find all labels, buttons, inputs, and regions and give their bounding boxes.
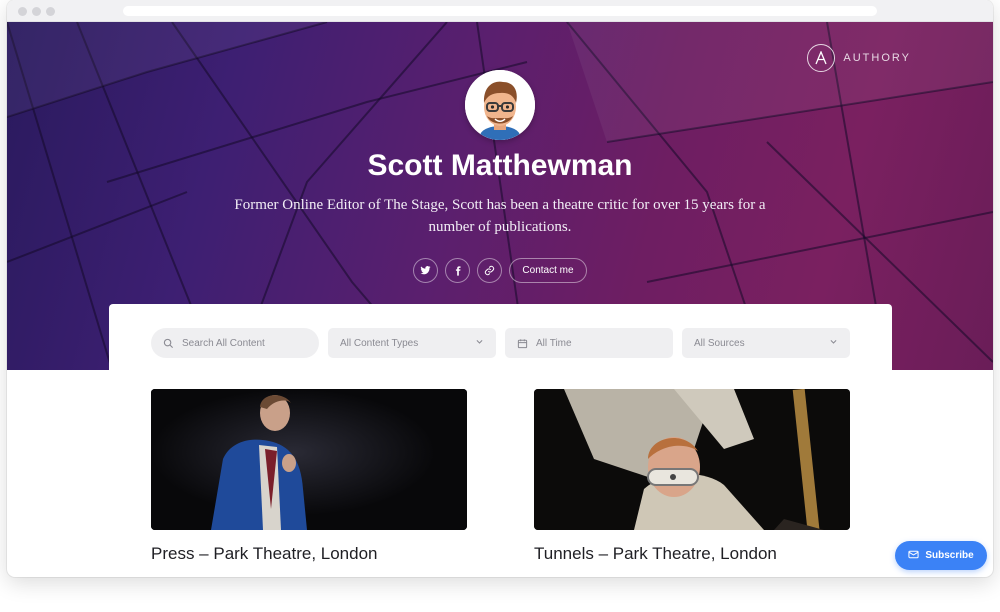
search-placeholder: Search All Content [182, 337, 265, 349]
profile-bio: Former Online Editor of The Stage, Scott… [234, 197, 766, 235]
facebook-icon[interactable] [445, 258, 471, 283]
article-thumbnail[interactable] [534, 389, 850, 530]
subscribe-label: Subscribe [925, 550, 974, 561]
mail-icon [908, 549, 919, 563]
article-card[interactable]: Tunnels – Park Theatre, London [534, 389, 850, 577]
sources-value: All Sources [694, 337, 745, 349]
browser-window: AUTHORY Scott Matthewman Former Online E… [7, 0, 993, 577]
link-icon[interactable] [477, 258, 503, 283]
authory-brand[interactable]: AUTHORY [807, 44, 911, 72]
brand-name: AUTHORY [843, 52, 911, 64]
content-type-select[interactable]: All Content Types [328, 328, 496, 358]
filter-bar: Search All Content All Content Types All… [151, 328, 850, 358]
sources-select[interactable]: All Sources [682, 328, 850, 358]
stage-photo-image [534, 389, 850, 530]
content-type-value: All Content Types [340, 337, 419, 349]
maximize-window-dot[interactable] [46, 7, 55, 16]
search-icon [163, 338, 174, 349]
authory-logo-icon [807, 44, 836, 72]
contact-me-button[interactable]: Contact me [509, 258, 587, 283]
article-meta [151, 572, 467, 577]
social-links: Contact me [7, 258, 993, 283]
search-input[interactable]: Search All Content [151, 328, 319, 358]
time-value: All Time [536, 337, 572, 349]
subscribe-button[interactable]: Subscribe [895, 541, 987, 570]
filter-panel: Search All Content All Content Types All… [109, 304, 892, 394]
article-card[interactable]: Press – Park Theatre, London [151, 389, 467, 577]
profile-name: Scott Matthewman [367, 149, 633, 182]
close-window-dot[interactable] [18, 7, 27, 16]
article-thumbnail[interactable] [151, 389, 467, 530]
chevron-down-icon [475, 337, 484, 349]
minimize-window-dot[interactable] [32, 7, 41, 16]
address-bar[interactable] [123, 6, 877, 16]
article-title[interactable]: Press – Park Theatre, London [151, 544, 467, 564]
time-filter[interactable]: All Time [505, 328, 673, 358]
profile-avatar [465, 70, 535, 140]
stage-photo-image [151, 389, 467, 530]
browser-titlebar [7, 0, 993, 22]
article-title[interactable]: Tunnels – Park Theatre, London [534, 544, 850, 564]
calendar-icon [517, 338, 528, 349]
memoji-avatar-icon [465, 70, 535, 140]
article-meta [534, 572, 850, 577]
chevron-down-icon [829, 337, 838, 349]
twitter-icon[interactable] [413, 258, 439, 283]
